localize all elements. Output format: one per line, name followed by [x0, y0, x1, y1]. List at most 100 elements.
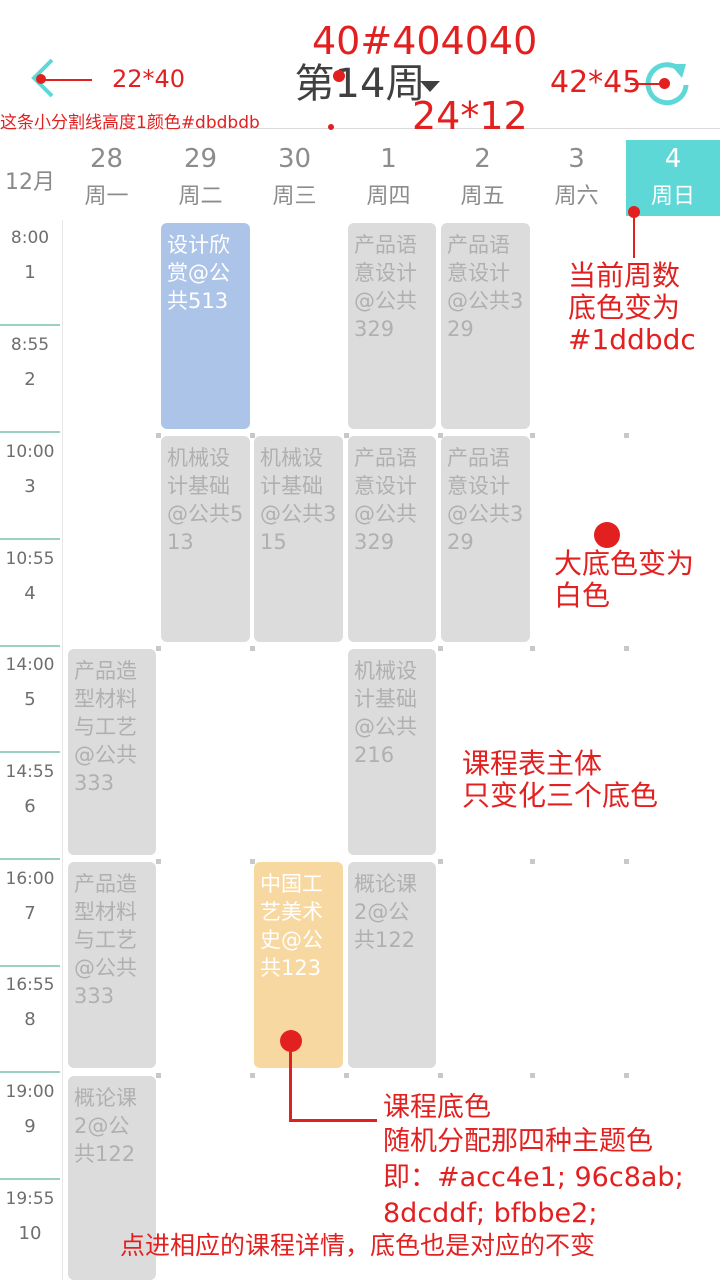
- time-slot: 16:55 8: [0, 967, 60, 1074]
- annotation-course-color-1: 课程底色: [383, 1092, 491, 1123]
- grid-dot: [250, 859, 255, 864]
- annotation-line: [289, 1044, 292, 1122]
- course-card[interactable]: 设计欣赏@公共513: [161, 223, 250, 429]
- slot-number: 5: [24, 689, 36, 710]
- week-dropdown-button[interactable]: [418, 78, 442, 92]
- annotation-current-week-3: #1ddbdc: [568, 323, 696, 356]
- day-header-sat[interactable]: 3 周六: [530, 140, 623, 216]
- annotation-line: [289, 1119, 377, 1122]
- grid-dot: [156, 859, 161, 864]
- course-card[interactable]: 产品造型材料与工艺@公共333: [68, 862, 156, 1068]
- day-number: 4: [664, 144, 682, 174]
- annotation-line: [630, 83, 662, 85]
- slot-time: 10:55: [5, 549, 55, 569]
- day-header-tue[interactable]: 29 周二: [154, 140, 247, 216]
- course-card[interactable]: 产品语意设计@公共329: [348, 436, 436, 642]
- day-number: 2: [474, 144, 491, 174]
- annotation-current-week-1: 当前周数: [568, 259, 681, 292]
- annotation-course-color-2: 随机分配那四种主题色: [383, 1126, 653, 1157]
- slot-separator: [0, 1071, 60, 1073]
- day-number: 29: [183, 144, 218, 174]
- grid-dot: [530, 646, 535, 651]
- slot-time: 16:00: [5, 869, 55, 889]
- time-slot: 8:55 2: [0, 327, 60, 434]
- slot-time: 14:55: [5, 762, 55, 782]
- day-header-mon[interactable]: 28 周一: [60, 140, 153, 216]
- annotation-marker: [659, 78, 670, 89]
- grid-dot: [624, 646, 629, 651]
- slot-time: 10:00: [5, 442, 55, 462]
- time-slot: 10:55 4: [0, 541, 60, 648]
- annotation-main-body-1: 课程表主体: [462, 747, 603, 780]
- annotation-main-body-2: 只变化三个底色: [462, 779, 659, 812]
- grid-dot: [438, 859, 443, 864]
- annotation-divider-note: 这条小分割线高度1颜色#dbdbdb: [0, 113, 260, 133]
- slot-number: 9: [24, 1116, 36, 1137]
- annotation-course-color-4: 8dcddf; bfbbe2;: [383, 1198, 598, 1229]
- slot-separator: [0, 538, 60, 540]
- annotation-bg-white-1: 大底色变为: [554, 547, 695, 580]
- annotation-course-color-3: 即：#acc4e1; 96c8ab;: [383, 1162, 684, 1193]
- slot-number: 1: [24, 262, 36, 283]
- day-header-thu[interactable]: 1 周四: [342, 140, 435, 216]
- grid-dot: [156, 1073, 161, 1078]
- grid-dot: [530, 1073, 535, 1078]
- slot-separator: [0, 431, 60, 433]
- course-card[interactable]: 产品语意设计@公共329: [441, 436, 530, 642]
- day-name: 周二: [178, 184, 223, 209]
- day-number: 28: [89, 144, 124, 174]
- slot-separator: [0, 324, 60, 326]
- day-number: 30: [277, 144, 312, 174]
- slot-number: 8: [24, 1009, 36, 1030]
- slot-time: 8:00: [10, 228, 50, 248]
- course-card[interactable]: 产品造型材料与工艺@公共333: [68, 649, 156, 855]
- grid-dot: [250, 433, 255, 438]
- grid-dot: [530, 433, 535, 438]
- triangle-down-icon: [420, 81, 440, 92]
- day-name: 周四: [366, 184, 411, 209]
- course-card[interactable]: 产品语意设计@公共329: [441, 223, 530, 429]
- grid-dot: [344, 433, 349, 438]
- week-title-prefix: 第1: [294, 61, 360, 107]
- time-slot: 10:00 3: [0, 434, 60, 541]
- course-card[interactable]: 产品语意设计@公共329: [348, 223, 436, 429]
- annotation-course-color-5: 点进相应的课程详情，底色也是对应的不变: [120, 1231, 596, 1260]
- slot-time: 14:00: [5, 655, 55, 675]
- day-header-fri[interactable]: 2 周五: [436, 140, 529, 216]
- time-slot: 14:55 6: [0, 754, 60, 861]
- time-column-border: [62, 220, 63, 1280]
- annotation-title-spec: 40#404040: [312, 19, 538, 63]
- grid-dot: [250, 1073, 255, 1078]
- time-slot: 8:00 1: [0, 220, 60, 327]
- slot-time: 19:55: [5, 1189, 55, 1209]
- grid-dot: [624, 1073, 629, 1078]
- month-label: 12月: [5, 170, 55, 195]
- annotation-dropdown-size: 24*12: [412, 94, 528, 138]
- grid-dot: [624, 859, 629, 864]
- grid-dot: [250, 646, 255, 651]
- course-card[interactable]: 机械设计基础@公共315: [254, 436, 343, 642]
- annotation-bg-white-2: 白色: [554, 579, 611, 612]
- grid-dot: [156, 433, 161, 438]
- annotation-back-size: 22*40: [112, 65, 186, 93]
- grid-dot: [530, 859, 535, 864]
- course-card[interactable]: 概论课2@公共122: [348, 862, 436, 1068]
- day-header-wed[interactable]: 30 周三: [248, 140, 341, 216]
- time-slot: 19:00 9: [0, 1074, 60, 1181]
- slot-time: 16:55: [5, 975, 55, 995]
- annotation-marker: [328, 124, 334, 130]
- grid-dot: [624, 433, 629, 438]
- day-number: 3: [568, 144, 585, 174]
- slot-time: 8:55: [10, 335, 50, 355]
- day-header-sun-today[interactable]: 4 周日: [626, 140, 720, 216]
- day-name: 周五: [460, 184, 505, 209]
- slot-number: 4: [24, 583, 36, 604]
- annotation-marker: [36, 74, 46, 84]
- course-card[interactable]: 机械设计基础@公共216: [348, 649, 436, 855]
- annotation-marker: [594, 522, 620, 548]
- grid-dot: [344, 1073, 349, 1078]
- grid-dot: [156, 646, 161, 651]
- time-slot: 19:55 10: [0, 1181, 60, 1288]
- time-slot: 16:00 7: [0, 861, 60, 968]
- course-card[interactable]: 机械设计基础@公共513: [161, 436, 250, 642]
